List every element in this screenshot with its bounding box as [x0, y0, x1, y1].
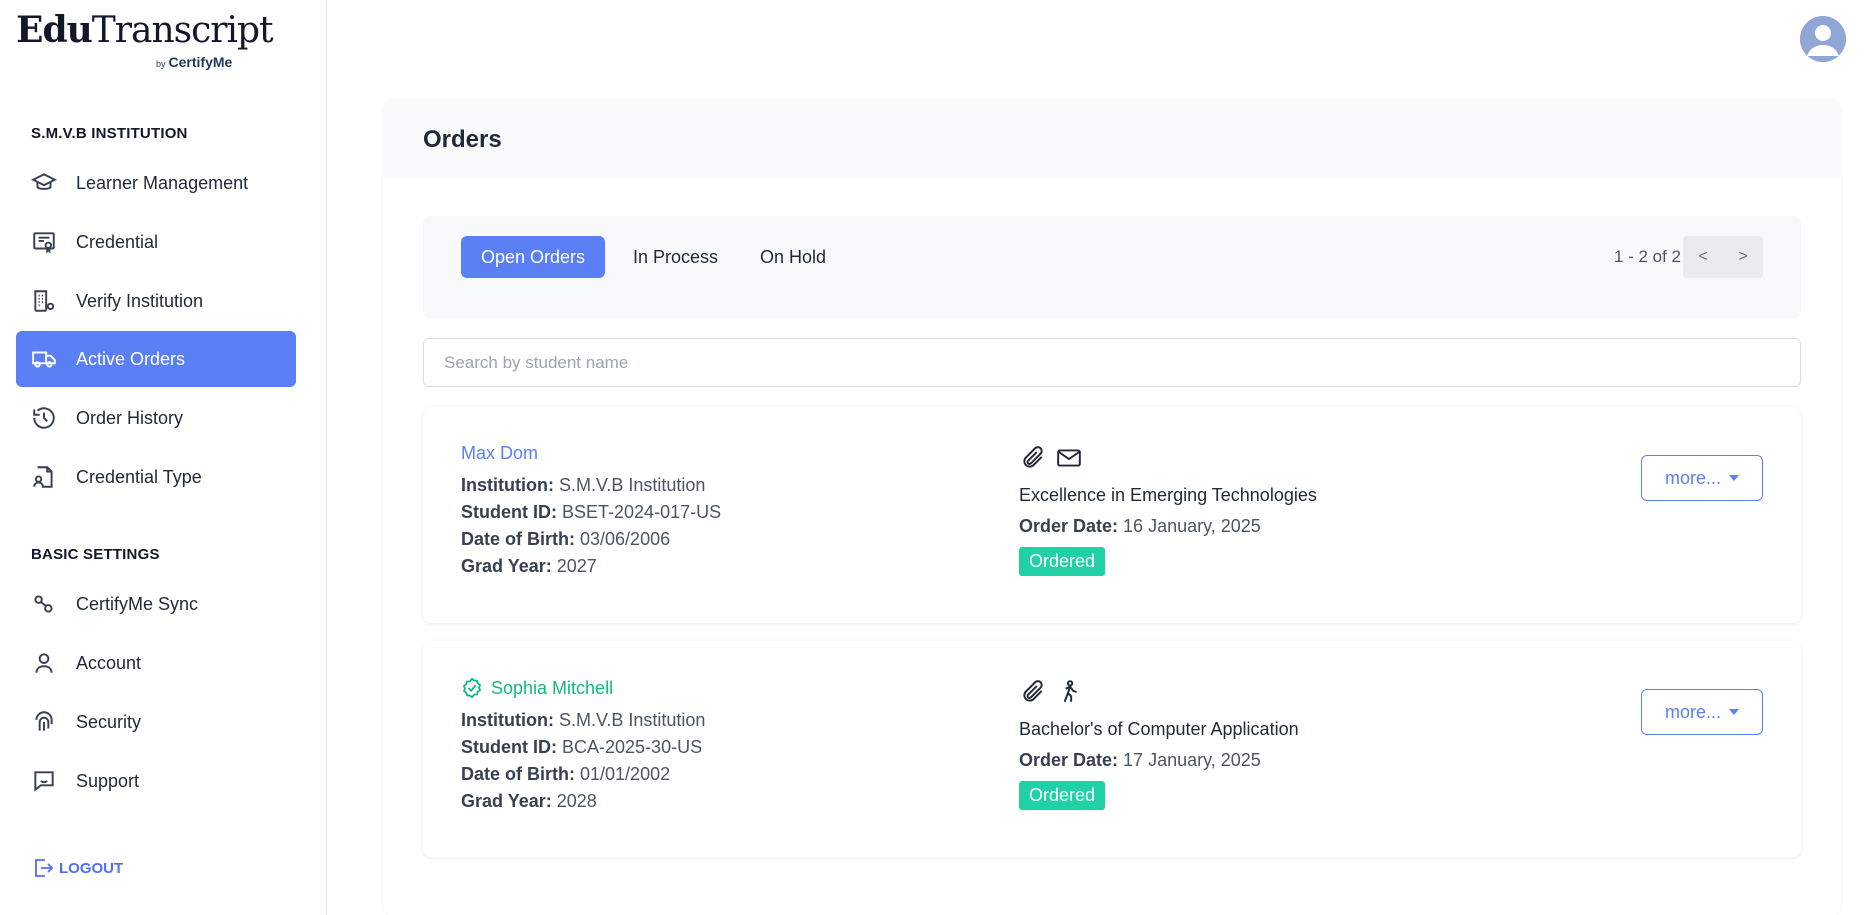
more-dropdown-button[interactable]: more... — [1641, 689, 1763, 735]
sidebar-item-label: Verify Institution — [76, 290, 204, 311]
tab-open-orders[interactable]: Open Orders — [461, 236, 606, 278]
sidebar-item-credential[interactable]: Credential — [16, 214, 296, 270]
student-name-link[interactable]: Max Dom — [461, 443, 721, 464]
sidebar-item-label: Credential — [76, 231, 159, 252]
sidebar: EduTranscript by CertifyMe S.M.V.B INSTIT… — [0, 0, 327, 915]
credential-name: Excellence in Emerging Technologies — [1019, 485, 1317, 505]
sidebar-item-verify-institution[interactable]: Verify Institution — [16, 273, 296, 329]
grad-year-value: 2028 — [556, 791, 597, 811]
file-user-icon — [30, 463, 58, 491]
delivery-truck-icon — [30, 345, 58, 373]
credential-name: Bachelor's of Computer Application — [1019, 719, 1299, 739]
fingerprint-icon — [30, 708, 58, 736]
student-name-link[interactable]: Sophia Mitchell — [461, 677, 705, 699]
sidebar-item-active-orders[interactable]: Active Orders — [16, 331, 296, 387]
logout-button[interactable]: LOGOUT — [31, 856, 123, 880]
paperclip-icon[interactable] — [1019, 444, 1047, 472]
certificate-icon — [30, 228, 58, 256]
grad-year-value: 2027 — [556, 556, 597, 576]
order-card: Max Dom Institution: S.M.V.B Institution… — [423, 407, 1801, 623]
order-card: Sophia Mitchell Institution: S.M.V.B Ins… — [423, 641, 1801, 857]
sidebar-item-order-history[interactable]: Order History — [16, 390, 296, 446]
verified-badge-icon — [462, 677, 482, 699]
orders-panel: Orders Open Orders In Process On Hold 1 … — [383, 101, 1841, 915]
sidebar-item-account[interactable]: Account — [16, 635, 296, 691]
building-gear-icon — [30, 287, 58, 315]
logout-icon — [35, 859, 54, 877]
mail-icon[interactable] — [1055, 444, 1083, 472]
pagination: 1 - 2 of 2 < > — [1614, 236, 1763, 278]
search-input[interactable] — [423, 338, 1801, 387]
prev-page-button[interactable]: < — [1683, 236, 1723, 278]
paperclip-icon[interactable] — [1019, 678, 1047, 706]
chat-support-icon — [30, 767, 58, 795]
sidebar-item-label: Security — [76, 711, 142, 732]
tab-in-process[interactable]: In Process — [613, 236, 738, 278]
sidebar-item-certifyme-sync[interactable]: CertifyMe Sync — [16, 576, 296, 632]
institution-value: S.M.V.B Institution — [559, 475, 706, 495]
sidebar-item-learner-management[interactable]: Learner Management — [16, 155, 296, 211]
order-date-value: 17 January, 2025 — [1123, 750, 1261, 770]
panel-header: Orders — [383, 101, 1841, 178]
sidebar-item-label: Learner Management — [76, 172, 249, 193]
sidebar-item-label: Active Orders — [76, 348, 186, 369]
user-avatar[interactable] — [1800, 16, 1846, 62]
status-badge: Ordered — [1019, 781, 1106, 810]
institution-value: S.M.V.B Institution — [559, 710, 706, 730]
history-icon — [30, 404, 58, 432]
more-dropdown-button[interactable]: more... — [1641, 455, 1763, 501]
student-id-value: BSET-2024-017-US — [562, 502, 722, 522]
status-badge: Ordered — [1019, 547, 1106, 576]
sync-icon — [30, 590, 58, 618]
dob-value: 03/06/2006 — [580, 529, 671, 549]
sidebar-item-support[interactable]: Support — [16, 753, 296, 809]
sidebar-item-label: Support — [76, 770, 140, 791]
walking-person-icon[interactable] — [1055, 678, 1083, 706]
caret-down-icon — [1729, 475, 1739, 481]
basic-settings-heading: BASIC SETTINGS — [31, 546, 160, 563]
order-date-value: 16 January, 2025 — [1123, 516, 1261, 536]
tabs-bar: Open Orders In Process On Hold 1 - 2 of … — [423, 216, 1801, 318]
avatar-user-icon — [1800, 16, 1846, 62]
institution-heading: S.M.V.B INSTITUTION — [31, 125, 188, 142]
sidebar-item-label: Order History — [76, 407, 184, 428]
caret-down-icon — [1729, 709, 1739, 715]
sidebar-item-security[interactable]: Security — [16, 694, 296, 750]
page-title: Orders — [423, 125, 502, 153]
next-page-button[interactable]: > — [1723, 236, 1763, 278]
student-id-value: BCA-2025-30-US — [562, 737, 703, 757]
brand-logo[interactable]: EduTranscript by CertifyMe — [16, 8, 274, 78]
pagination-text: 1 - 2 of 2 — [1613, 247, 1681, 266]
sidebar-item-label: CertifyMe Sync — [76, 593, 199, 614]
sidebar-item-credential-type[interactable]: Credential Type — [16, 449, 296, 505]
graduation-cap-icon — [30, 169, 58, 197]
sidebar-item-label: Account — [76, 652, 142, 673]
user-icon — [30, 649, 58, 677]
dob-value: 01/01/2002 — [580, 764, 671, 784]
tab-on-hold[interactable]: On Hold — [740, 236, 846, 278]
sidebar-item-label: Credential Type — [76, 466, 202, 487]
